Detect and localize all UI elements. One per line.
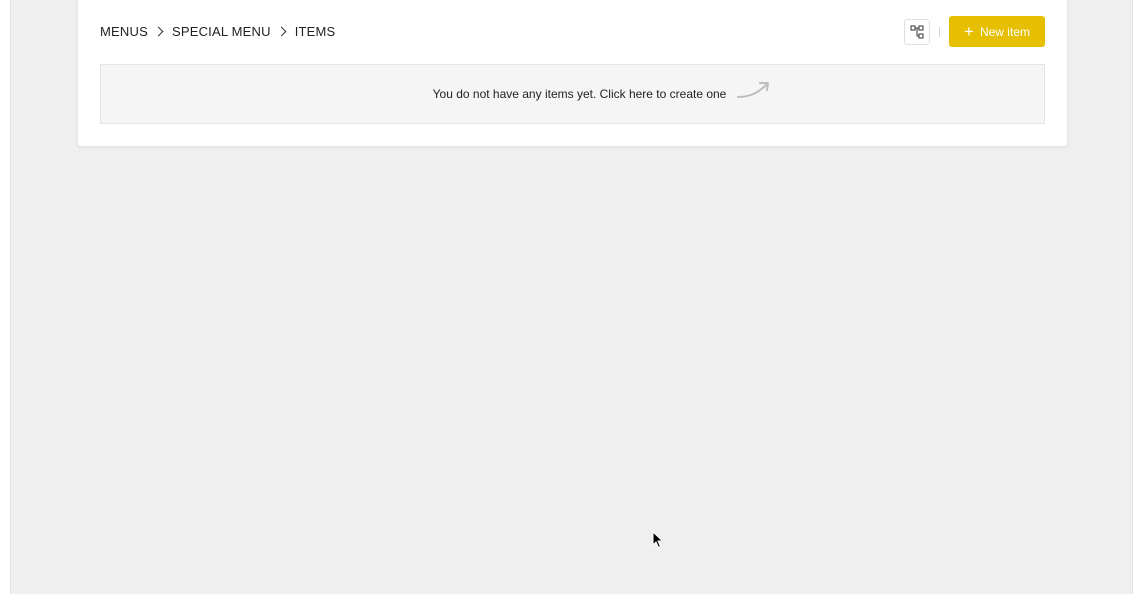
tree-view-button[interactable] bbox=[904, 18, 930, 45]
breadcrumb-item-menus[interactable]: MENUS bbox=[100, 24, 148, 39]
empty-state[interactable]: You do not have any items yet. Click her… bbox=[100, 64, 1045, 124]
new-item-label: New item bbox=[979, 24, 1030, 39]
mouse-cursor-icon bbox=[652, 531, 664, 549]
plus-icon: + bbox=[964, 22, 974, 41]
curved-arrow-icon bbox=[737, 82, 770, 98]
empty-state-message: You do not have any items yet. Click her… bbox=[432, 87, 727, 101]
chevron-right-icon bbox=[276, 26, 287, 37]
chevron-right-icon bbox=[153, 26, 164, 37]
breadcrumb-item-items: ITEMS bbox=[294, 24, 336, 39]
header-actions: + New item bbox=[904, 16, 1045, 47]
card-header: MENUS SPECIAL MENU ITEMS + New item bbox=[100, 16, 1045, 47]
app-viewport: MENUS SPECIAL MENU ITEMS + New item You … bbox=[10, 0, 1133, 594]
divider bbox=[939, 26, 940, 37]
breadcrumb: MENUS SPECIAL MENU ITEMS bbox=[100, 24, 335, 39]
tree-structure-icon bbox=[910, 24, 924, 39]
breadcrumb-item-special-menu[interactable]: SPECIAL MENU bbox=[172, 24, 271, 39]
new-item-button[interactable]: + New item bbox=[949, 16, 1045, 47]
items-card: MENUS SPECIAL MENU ITEMS + New item You … bbox=[77, 0, 1068, 147]
